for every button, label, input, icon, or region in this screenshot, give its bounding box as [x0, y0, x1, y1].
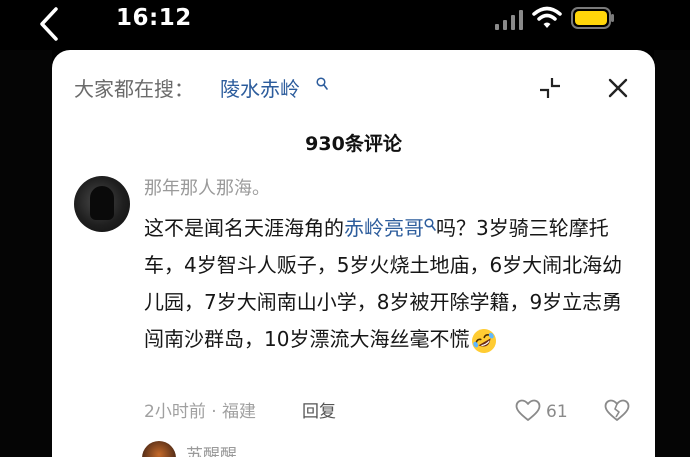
- status-time: 16:12: [116, 5, 192, 31]
- battery-icon: [571, 7, 614, 29]
- signal-icon: [495, 10, 523, 30]
- collapse-icon[interactable]: [538, 76, 562, 100]
- comment-count: 930条评论: [305, 133, 402, 155]
- comment-text: 这不是闻名天涯海角的赤岭亮哥 吗？3岁骑三轮摩托车，4岁智斗人贩子，5岁火烧土地庙…: [144, 210, 634, 358]
- reply-button[interactable]: 回复: [302, 400, 336, 424]
- back-icon[interactable]: [34, 6, 64, 42]
- search-suggestion-label: 大家都在搜：: [74, 77, 194, 101]
- background-left: [0, 50, 52, 457]
- avatar[interactable]: [74, 176, 130, 232]
- comment-search-link[interactable]: 赤岭亮哥: [344, 216, 424, 240]
- like-count: 61: [546, 402, 568, 422]
- wifi-icon: [532, 6, 562, 28]
- avatar-figure: [90, 186, 114, 220]
- comments-sheet: 大家都在搜： 陵水赤岭 930条评论 那年那人那海。 这不是闻名天涯海角的赤岭亮…: [52, 50, 655, 457]
- status-bar: 16:12: [0, 0, 690, 50]
- next-comment-avatar[interactable]: [142, 441, 176, 457]
- close-icon[interactable]: [607, 77, 629, 99]
- search-suggestion-term[interactable]: 陵水赤岭: [220, 76, 300, 102]
- background-right: [654, 50, 690, 457]
- search-icon[interactable]: [424, 218, 436, 232]
- rolling-laughing-emoji-icon: [472, 328, 497, 353]
- next-comment-username[interactable]: 苏醒醒: [186, 445, 237, 457]
- broken-heart-icon[interactable]: [604, 399, 630, 423]
- heart-icon[interactable]: [515, 399, 541, 423]
- comment-username[interactable]: 那年那人那海。: [144, 177, 270, 201]
- comment-meta: 2小时前 · 福建: [144, 402, 257, 422]
- search-icon[interactable]: [316, 77, 328, 91]
- comment-text-start: 这不是闻名天涯海角的: [144, 216, 344, 240]
